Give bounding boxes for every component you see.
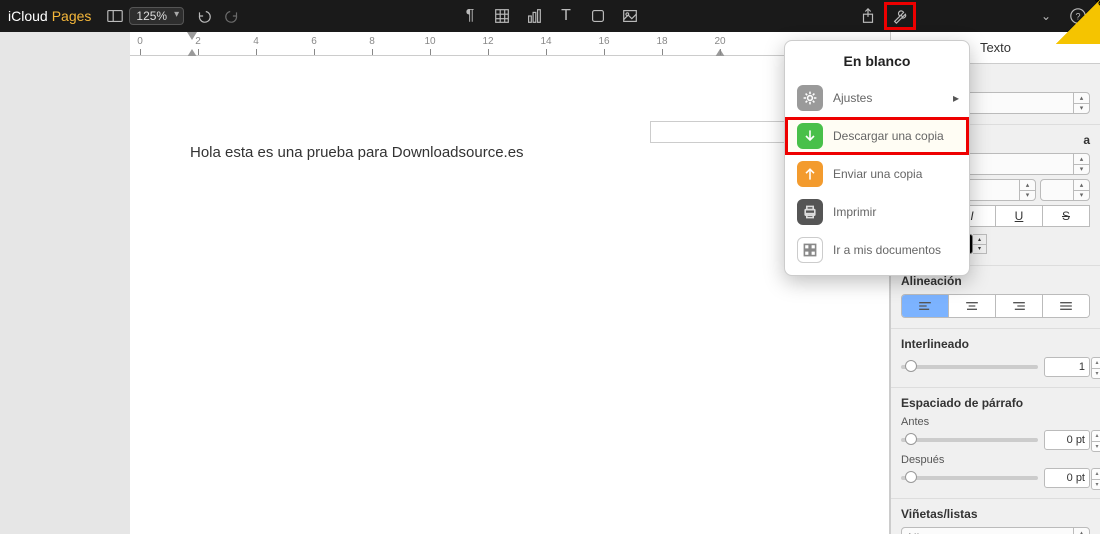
paragraph-spacing-label: Espaciado de párrafo: [901, 396, 1090, 410]
brand: iCloud Pages: [8, 8, 91, 24]
ruler-number: 2: [195, 36, 201, 47]
shape-icon[interactable]: [584, 4, 612, 28]
image-icon[interactable]: [616, 4, 644, 28]
strikethrough-button[interactable]: S: [1042, 205, 1090, 227]
ruler-number: 18: [656, 36, 667, 47]
document-body-text[interactable]: Hola esta es una prueba para Downloadsou…: [190, 144, 829, 161]
brand-app: Pages: [52, 8, 92, 24]
gear-icon: [797, 85, 823, 111]
chevron-right-icon: ▸: [953, 91, 959, 105]
panels-toggle-icon[interactable]: [101, 4, 129, 28]
ruler[interactable]: 0 2 4 6 8 10 12 14 16 18 20: [130, 32, 890, 56]
undo-icon[interactable]: [190, 4, 218, 28]
underline-button[interactable]: U: [995, 205, 1042, 227]
zoom-select[interactable]: 125%: [129, 7, 184, 25]
menu-item-goto-docs[interactable]: Ir a mis documentos: [785, 231, 969, 269]
ruler-number: 6: [311, 36, 317, 47]
download-icon: [797, 123, 823, 149]
ruler-number: 14: [540, 36, 551, 47]
grid-icon: [797, 237, 823, 263]
menu-item-print[interactable]: Imprimir: [785, 193, 969, 231]
menu-item-download[interactable]: Descargar una copia: [785, 117, 969, 155]
menu-item-print-label: Imprimir: [833, 205, 876, 219]
ruler-number: 4: [253, 36, 259, 47]
line-spacing-label: Interlineado: [901, 337, 1090, 351]
menu-item-send[interactable]: Enviar una copia: [785, 155, 969, 193]
before-spacing-value[interactable]: 0 pt▴▾: [1044, 430, 1090, 450]
textbox-icon[interactable]: T: [552, 4, 580, 28]
ruler-number: 0: [137, 36, 143, 47]
ruler-number: 16: [598, 36, 609, 47]
menu-item-settings[interactable]: Ajustes ▸: [785, 79, 969, 117]
tools-menu-title: En blanco: [785, 53, 969, 69]
before-spacing-slider[interactable]: [901, 438, 1038, 442]
before-label: Antes: [901, 416, 1090, 428]
line-spacing-value[interactable]: 1▴▾: [1044, 357, 1090, 377]
printer-icon: [797, 199, 823, 225]
menu-item-settings-label: Ajustes: [833, 91, 872, 105]
ruler-number: 12: [482, 36, 493, 47]
after-label: Después: [901, 454, 1090, 466]
menu-item-goto-docs-label: Ir a mis documentos: [833, 243, 941, 257]
chart-icon[interactable]: [520, 4, 548, 28]
ruler-number: 20: [714, 36, 725, 47]
after-spacing-slider[interactable]: [901, 476, 1038, 480]
beta-badge: beta: [1056, 0, 1100, 44]
pilcrow-icon[interactable]: ¶: [456, 4, 484, 28]
after-spacing-value[interactable]: 0 pt▴▾: [1044, 468, 1090, 488]
tools-menu-popup: En blanco Ajustes ▸ Descargar una copia …: [784, 40, 970, 276]
line-spacing-slider[interactable]: [901, 365, 1038, 369]
insert-toolbar: ¶ T: [456, 4, 644, 28]
align-center-button[interactable]: [949, 295, 996, 317]
table-icon[interactable]: [488, 4, 516, 28]
bullets-select[interactable]: Ninguno▴▾: [901, 527, 1090, 534]
page-canvas[interactable]: Hola esta es una prueba para Downloadsou…: [130, 56, 890, 534]
alignment-label: Alineación: [901, 274, 1090, 288]
menu-item-download-label: Descargar una copia: [833, 129, 944, 143]
ruler-number: 8: [369, 36, 375, 47]
align-justify-button[interactable]: [1043, 295, 1089, 317]
document-area: 0 2 4 6 8 10 12 14 16 18 20 Hola esta es una prueb…: [0, 32, 890, 534]
tools-wrench-icon[interactable]: [886, 4, 914, 28]
brand-icloud: iCloud: [8, 8, 48, 24]
text-color-stepper[interactable]: ▴▾: [973, 234, 987, 254]
font-size-input[interactable]: ▴▾: [1040, 179, 1090, 201]
menu-item-send-label: Enviar una copia: [833, 167, 922, 181]
bullets-label: Viñetas/listas: [901, 507, 1090, 521]
redo-icon[interactable]: [218, 4, 246, 28]
alignment-group: [901, 294, 1090, 318]
align-right-button[interactable]: [996, 295, 1043, 317]
top-toolbar: iCloud Pages 125% ¶ T: [0, 0, 1100, 32]
share-icon[interactable]: [854, 4, 882, 28]
send-icon: [797, 161, 823, 187]
ruler-number: 10: [424, 36, 435, 47]
zoom-value: 125%: [136, 9, 167, 23]
align-left-button[interactable]: [902, 295, 949, 317]
